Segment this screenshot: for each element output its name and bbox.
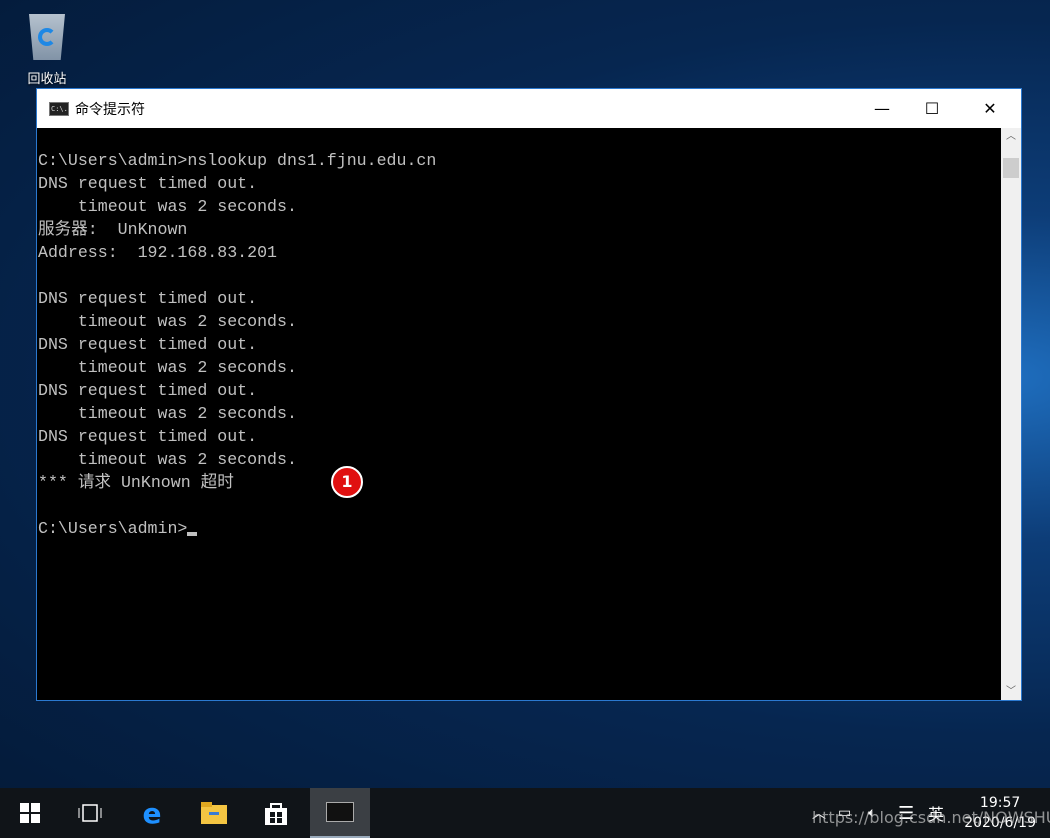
console-line: DNS request timed out.: [38, 381, 258, 400]
task-view-icon: [78, 804, 102, 822]
console-line: DNS request timed out.: [38, 174, 258, 193]
console-output[interactable]: C:\Users\admin>nslookup dns1.fjnu.edu.cn…: [37, 128, 1001, 700]
console-line: timeout was 2 seconds.: [38, 312, 297, 331]
cmd-taskbar-button[interactable]: [310, 788, 370, 838]
maximize-button[interactable]: ☐: [909, 89, 955, 127]
folder-icon: [201, 802, 227, 824]
recycle-bin-icon: [25, 8, 69, 62]
store-icon: [265, 803, 287, 825]
store-button[interactable]: [252, 788, 300, 838]
windows-icon: [20, 803, 40, 823]
console-line: DNS request timed out.: [38, 335, 258, 354]
task-view-button[interactable]: [66, 788, 114, 838]
console-line: C:\Users\admin>: [38, 517, 1001, 540]
recycle-bin[interactable]: 回收站: [14, 8, 80, 87]
console-line: *** 请求 UnKnown 超时: [38, 473, 234, 492]
console-line: DNS request timed out.: [38, 427, 258, 446]
minimize-button[interactable]: —: [859, 89, 905, 127]
close-button[interactable]: ✕: [967, 89, 1013, 127]
title-bar[interactable]: C:\. 命令提示符 — ☐ ✕: [37, 89, 1021, 128]
console-line: timeout was 2 seconds.: [38, 197, 297, 216]
window-title: 命令提示符: [75, 101, 145, 118]
file-explorer-button[interactable]: [190, 788, 238, 838]
start-button[interactable]: [6, 788, 54, 838]
console-line: DNS request timed out.: [38, 289, 258, 308]
annotation-marker: 1: [331, 466, 363, 498]
cmd-icon: [326, 802, 354, 822]
cmd-window: C:\. 命令提示符 — ☐ ✕ C:\Users\admin>nslookup…: [36, 88, 1022, 701]
console-line: 服务器: UnKnown: [38, 220, 188, 239]
scroll-up-icon[interactable]: ︿: [1001, 128, 1021, 145]
recycle-bin-label: 回收站: [27, 72, 67, 87]
vertical-scrollbar[interactable]: ︿ ﹀: [1001, 128, 1021, 700]
text-cursor: [187, 532, 198, 536]
scroll-thumb[interactable]: [1003, 158, 1019, 178]
console-line: C:\Users\admin>nslookup dns1.fjnu.edu.cn: [38, 151, 437, 170]
console-line: timeout was 2 seconds.: [38, 404, 297, 423]
console-line: Address: 192.168.83.201: [38, 243, 277, 262]
edge-icon: e: [142, 796, 162, 830]
cmd-icon: C:\.: [49, 101, 69, 116]
console-line: timeout was 2 seconds.: [38, 450, 297, 469]
watermark: https://blog.csdn.net/NOWSHUT: [812, 808, 1050, 827]
edge-button[interactable]: e: [128, 788, 176, 838]
console-line: timeout was 2 seconds.: [38, 358, 297, 377]
scroll-down-icon[interactable]: ﹀: [1001, 683, 1021, 700]
